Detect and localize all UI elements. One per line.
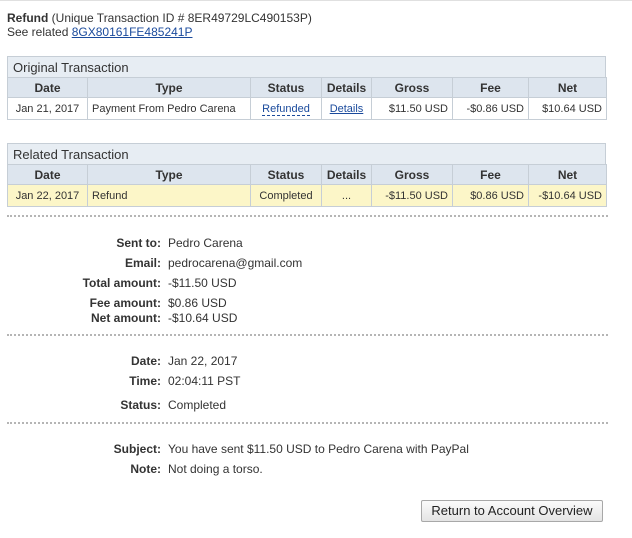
transaction-id-text: (Unique Transaction ID # 8ER49729LC49015… <box>48 11 312 25</box>
sent-to-value: Pedro Carena <box>168 236 243 250</box>
related-transaction-link[interactable]: 8GX80161FE485241P <box>72 25 193 39</box>
divider <box>7 334 608 336</box>
details-link[interactable]: Details <box>330 103 364 115</box>
divider <box>7 422 608 424</box>
cell-fee: $0.86 USD <box>452 184 529 207</box>
cell-fee: -$0.86 USD <box>452 97 529 120</box>
col-header-type: Type <box>87 77 251 98</box>
cell-details: Details <box>321 97 372 120</box>
original-transaction-title: Original Transaction <box>7 56 606 77</box>
related-transaction-table: Date Type Status Details Gross Fee Net J… <box>7 164 607 207</box>
time-label: Time: <box>129 374 161 388</box>
col-header-net: Net <box>528 77 607 98</box>
transaction-title: Refund (Unique Transaction ID # 8ER49729… <box>7 11 312 25</box>
note-label: Note: <box>130 462 161 476</box>
subject-label: Subject: <box>113 442 161 456</box>
cell-details: ... <box>321 184 372 207</box>
date-value: Jan 22, 2017 <box>168 354 238 368</box>
cell-gross: $11.50 USD <box>371 97 453 120</box>
refunded-status-link[interactable]: Refunded <box>262 102 310 116</box>
fee-amount-label: Fee amount: <box>89 296 161 310</box>
see-related-label: See related <box>7 25 72 39</box>
col-header-date: Date <box>7 77 88 98</box>
cell-net: -$10.64 USD <box>528 184 607 207</box>
table-header-row: Date Type Status Details Gross Fee Net <box>7 164 607 185</box>
total-amount-value: -$11.50 USD <box>168 276 237 290</box>
col-header-net: Net <box>528 164 607 185</box>
sent-to-label: Sent to: <box>116 236 161 250</box>
col-header-fee: Fee <box>452 164 529 185</box>
col-header-details: Details <box>321 77 372 98</box>
col-header-details: Details <box>321 164 372 185</box>
transaction-header: Refund (Unique Transaction ID # 8ER49729… <box>7 11 312 39</box>
cell-status: Refunded <box>250 97 322 120</box>
col-header-gross: Gross <box>371 77 453 98</box>
date-label: Date: <box>130 354 161 368</box>
related-transaction-title: Related Transaction <box>7 143 606 164</box>
col-header-gross: Gross <box>371 164 453 185</box>
table-header-row: Date Type Status Details Gross Fee Net <box>7 77 607 98</box>
cell-net: $10.64 USD <box>528 97 607 120</box>
original-transaction-table: Date Type Status Details Gross Fee Net J… <box>7 77 607 120</box>
note-value: Not doing a torso. <box>168 462 263 476</box>
original-transaction-section: Original Transaction Date Type Status De… <box>7 56 607 120</box>
net-amount-value: -$10.64 USD <box>168 311 238 325</box>
net-amount-label: Net amount: <box>91 311 161 325</box>
subject-value: You have sent $11.50 USD to Pedro Carena… <box>168 442 469 456</box>
cell-date: Jan 22, 2017 <box>7 184 88 207</box>
col-header-date: Date <box>7 164 88 185</box>
cell-type: Payment From Pedro Carena <box>87 97 251 120</box>
divider <box>7 215 608 217</box>
email-label: Email: <box>124 256 161 270</box>
cell-date: Jan 21, 2017 <box>7 97 88 120</box>
transaction-type-label: Refund <box>7 11 49 25</box>
col-header-type: Type <box>87 164 251 185</box>
table-row: Jan 22, 2017 Refund Completed ... -$11.5… <box>7 184 607 207</box>
return-to-account-overview-button[interactable]: Return to Account Overview <box>421 500 603 522</box>
see-related-line: See related 8GX80161FE485241P <box>7 25 312 39</box>
col-header-fee: Fee <box>452 77 529 98</box>
status-value: Completed <box>168 398 227 412</box>
status-label: Status: <box>120 398 161 412</box>
top-border <box>0 0 632 1</box>
total-amount-label: Total amount: <box>82 276 161 290</box>
col-header-status: Status <box>250 164 322 185</box>
related-transaction-section: Related Transaction Date Type Status Det… <box>7 143 607 207</box>
table-row: Jan 21, 2017 Payment From Pedro Carena R… <box>7 97 607 120</box>
fee-amount-value: $0.86 USD <box>168 296 227 310</box>
cell-status: Completed <box>250 184 322 207</box>
time-value: 02:04:11 PST <box>168 374 241 388</box>
email-value: pedrocarena@gmail.com <box>168 256 303 270</box>
cell-type: Refund <box>87 184 251 207</box>
col-header-status: Status <box>250 77 322 98</box>
cell-gross: -$11.50 USD <box>371 184 453 207</box>
